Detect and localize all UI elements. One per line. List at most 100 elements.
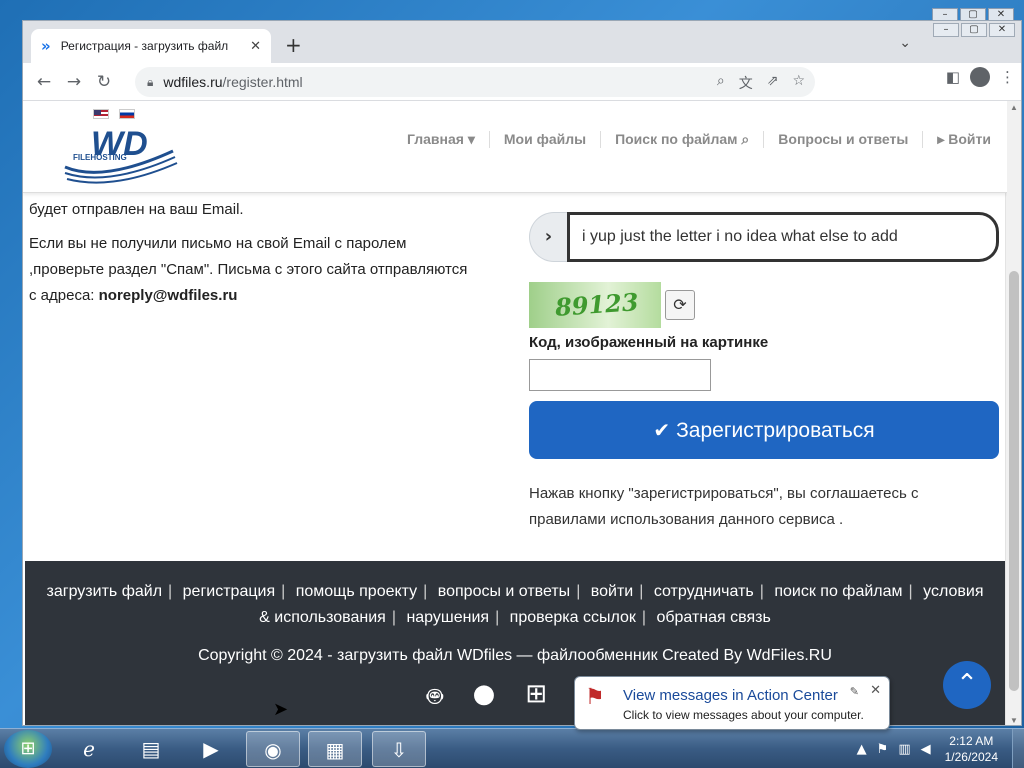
tab-close-icon[interactable]: ✕	[250, 39, 261, 54]
action-center-flag-icon: ⚑	[585, 685, 605, 710]
bookmark-star-icon[interactable]: ☆	[792, 73, 805, 93]
notification-text: Click to view messages about your comput…	[623, 708, 864, 722]
scroll-up-icon[interactable]: ▲	[1010, 103, 1018, 112]
start-button[interactable]: ⊞	[4, 730, 52, 768]
system-tray: ▲ ⚑ ▥ ◀ 2:12 AM 1/26/2024	[857, 729, 1024, 768]
media-player-icon[interactable]: ▶	[184, 731, 238, 767]
notification-title[interactable]: View messages in Action Center	[623, 687, 838, 704]
installer-icon[interactable]: ⇩	[372, 731, 426, 767]
scroll-down-icon[interactable]: ▼	[1010, 716, 1018, 725]
logo-swoosh-icon	[64, 149, 178, 184]
browser-toolbar: ← → ↻ 🔒︎ wdfiles.ru/register.html ⌕ 文 ⇗ …	[23, 63, 1021, 101]
window-controls: – ▢ ✕	[933, 23, 1015, 37]
notification-close-icon[interactable]: ✕	[870, 683, 881, 698]
translate-icon[interactable]: 文	[739, 73, 753, 93]
url-host: wdfiles.ru	[163, 74, 223, 90]
info-paragraph-2: Если вы не получили письмо на свой Email…	[29, 231, 469, 309]
footer-link-cooperate[interactable]: сотрудничать	[654, 583, 754, 600]
nav-home[interactable]: Главная ▾	[393, 131, 489, 148]
russian-flag-icon[interactable]	[119, 109, 135, 119]
refresh-captcha-icon[interactable]: ⟳	[665, 290, 695, 320]
mouse-cursor-icon: ➤	[273, 699, 289, 720]
page-scrollbar[interactable]: ▲ ▼	[1005, 101, 1021, 725]
profile-avatar-icon[interactable]	[970, 67, 990, 87]
tab-bar: » Регистрация - загрузить файл ✕ + ⌄ – ▢…	[23, 21, 1021, 63]
tab-title: Регистрация - загрузить файл	[60, 39, 229, 53]
apple-icon[interactable]: ●	[473, 679, 496, 716]
tab-search-chevron-icon[interactable]: ⌄	[899, 35, 911, 51]
network-icon[interactable]: ▥	[898, 742, 910, 757]
language-flags	[93, 109, 135, 119]
captcha-label: Код, изображенный на картинке	[529, 334, 769, 351]
register-button-label: Зарегистрироваться	[676, 419, 875, 442]
footer-link-help[interactable]: помощь проекту	[296, 583, 417, 600]
lock-icon[interactable]: 🔒︎	[147, 75, 153, 90]
footer-link-search[interactable]: поиск по файлам	[774, 583, 902, 600]
clock-time: 2:12 AM	[949, 734, 994, 748]
english-flag-icon[interactable]	[93, 109, 109, 119]
register-form: › 89123 ⟳ Код, изображенный на картинке …	[529, 212, 999, 533]
close-button[interactable]: ✕	[989, 23, 1015, 37]
footer-link-feedback[interactable]: обратная связь	[656, 609, 770, 626]
page-viewport: WD FILEHOSTING Главная ▾ Мои файлы Поиск…	[23, 101, 1007, 725]
show-desktop-button[interactable]	[1012, 729, 1024, 768]
captcha-image: 89123	[529, 282, 661, 328]
form-text-input[interactable]	[567, 212, 999, 262]
copyright: Copyright © 2024 - загрузить файл WDfile…	[198, 647, 832, 664]
android-icon[interactable]: 🤖︎	[427, 679, 443, 716]
zoom-search-icon[interactable]: ⌕	[717, 73, 725, 93]
info-paragraph-text: Если вы не получили письмо на свой Email…	[29, 235, 468, 304]
site-logo[interactable]: WD FILEHOSTING	[63, 125, 183, 189]
action-center-notification[interactable]: ⚑ View messages in Action Center Click t…	[574, 676, 890, 730]
back-arrow-icon[interactable]: ←	[29, 72, 59, 92]
tray-expand-icon[interactable]: ▲	[857, 742, 867, 757]
info-line-1: будет отправлен на ваш Email.	[29, 201, 244, 218]
menu-kebab-icon[interactable]: ⋮	[1000, 68, 1015, 86]
footer-link-register[interactable]: регистрация	[183, 583, 275, 600]
scroll-to-top-button[interactable]: ⌃	[943, 661, 991, 709]
site-favicon-icon: »	[41, 37, 51, 55]
clock[interactable]: 2:12 AM 1/26/2024	[945, 733, 998, 765]
nav-faq[interactable]: Вопросы и ответы	[763, 131, 922, 148]
minimize-button[interactable]: –	[933, 23, 959, 37]
action-center-tray-icon[interactable]: ⚑	[877, 742, 889, 757]
checkmark-icon: ✔	[653, 418, 671, 442]
reload-icon[interactable]: ↻	[89, 72, 119, 92]
nav-login[interactable]: ▸ Войти	[922, 131, 1005, 148]
captcha-input[interactable]	[529, 359, 711, 391]
control-panel-icon[interactable]: ▦	[308, 731, 362, 767]
taskbar: ⊞ ℯ ▤ ▶ ◉ ▦ ⇩ ▲ ⚑ ▥ ◀ 2:12 AM 1/26/2024	[0, 728, 1024, 768]
scrollbar-thumb[interactable]	[1009, 271, 1019, 691]
forward-arrow-icon[interactable]: →	[59, 72, 89, 92]
site-header: WD FILEHOSTING Главная ▾ Мои файлы Поиск…	[23, 101, 1007, 193]
browser-tab[interactable]: » Регистрация - загрузить файл ✕	[31, 29, 271, 63]
new-tab-button[interactable]: +	[285, 33, 302, 57]
url-path: /register.html	[222, 74, 303, 90]
nav-search-files[interactable]: Поиск по файлам ⌕	[600, 131, 763, 148]
main-nav: Главная ▾ Мои файлы Поиск по файлам ⌕ Во…	[393, 131, 1005, 148]
register-button[interactable]: ✔ Зарегистрироваться	[529, 401, 999, 459]
file-explorer-icon[interactable]: ▤	[124, 731, 178, 767]
footer-link-abuse[interactable]: нарушения	[406, 609, 489, 626]
address-bar[interactable]: 🔒︎ wdfiles.ru/register.html ⌕ 文 ⇗ ☆	[135, 67, 815, 97]
volume-icon[interactable]: ◀	[921, 742, 931, 757]
pin-icon[interactable]: ✎	[850, 685, 859, 698]
footer-link-upload[interactable]: загрузить файл	[47, 583, 163, 600]
internet-explorer-icon[interactable]: ℯ	[62, 731, 116, 767]
chrome-icon[interactable]: ◉	[246, 731, 300, 767]
maximize-button[interactable]: ▢	[961, 23, 987, 37]
footer-link-check-links[interactable]: проверка ссылок	[510, 609, 636, 626]
browser-right-tools: ◧ ⋮	[946, 67, 1015, 87]
nav-my-files[interactable]: Мои файлы	[488, 131, 600, 148]
share-icon[interactable]: ⇗	[767, 73, 779, 93]
footer-link-faq[interactable]: вопросы и ответы	[438, 583, 570, 600]
chevron-right-icon: ›	[529, 212, 567, 262]
info-column: будет отправлен на ваш Email. Если вы не…	[29, 197, 469, 317]
footer-link-login[interactable]: войти	[591, 583, 633, 600]
captcha-row: 89123 ⟳	[529, 282, 999, 328]
captcha-code: 89123	[554, 287, 640, 322]
sender-email: noreply@wdfiles.ru	[98, 287, 238, 304]
side-panel-icon[interactable]: ◧	[946, 68, 960, 86]
windows-icon[interactable]: ⊞	[525, 679, 547, 716]
browser-window: » Регистрация - загрузить файл ✕ + ⌄ – ▢…	[22, 20, 1022, 726]
